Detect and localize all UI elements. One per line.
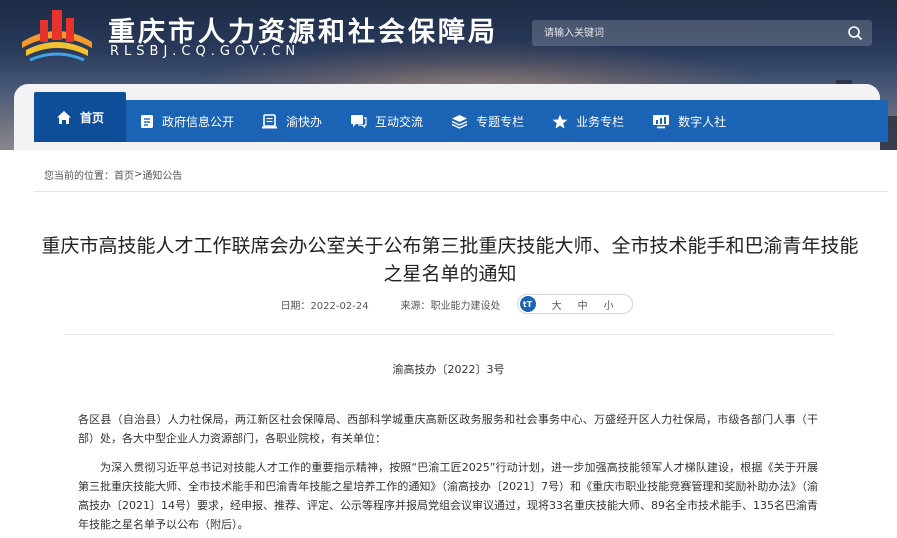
search-icon <box>848 26 863 41</box>
nav-label-interaction: 互动交流 <box>375 114 424 129</box>
nav-label-yukuaiban: 渝快办 <box>286 114 323 129</box>
site-logo-icon <box>22 10 92 62</box>
nav-item-topics[interactable]: 专题专栏 <box>437 100 538 142</box>
date-value: 2022-02-24 <box>310 300 369 312</box>
nav-item-interaction[interactable]: 互动交流 <box>336 100 437 142</box>
article-paragraph-1: 各区县（自治县）人力社保局，两江新区社会保障局、西部科学城重庆高新区政务服务和社… <box>78 413 818 445</box>
source-label: 来源： <box>400 300 431 312</box>
nav-label-digital: 数字人社 <box>678 114 727 129</box>
breadcrumb-current-link[interactable]: 通知公告 <box>142 167 182 182</box>
nav-item-yukuaiban[interactable]: 渝快办 <box>248 100 336 142</box>
font-small-button[interactable]: 小 <box>604 297 614 312</box>
nav-label-topics: 专题专栏 <box>476 114 525 129</box>
document-icon <box>141 114 154 128</box>
font-large-button[interactable]: 大 <box>552 297 562 312</box>
monitor-chart-icon <box>653 114 670 128</box>
nav-label-business: 业务专栏 <box>576 114 625 129</box>
article-paragraph-2: 为深入贯彻习近平总书记对技能人才工作的重要指示精神，按照“巴渝工匠2025”行动… <box>78 461 818 531</box>
article-meta: 日期：2022-02-24 来源：职业能力建设处 tT 大 中 小 <box>0 293 897 315</box>
article-date: 日期：2022-02-24 <box>280 297 368 312</box>
search-button[interactable] <box>838 20 872 46</box>
nav-label-gov-info: 政府信息公开 <box>162 114 235 129</box>
article-title: 重庆市高技能人才工作联席会办公室关于公布第三批重庆技能大师、全市技术能手和巴渝青… <box>41 235 859 285</box>
source-value: 职业能力建设处 <box>430 300 501 312</box>
font-size-switcher: tT 大 中 小 <box>516 294 633 314</box>
breadcrumb-home-link[interactable]: 首页 <box>114 167 134 182</box>
star-icon <box>552 114 568 128</box>
site-domain: RLSBJ.CQ.GOV.CN <box>110 44 301 59</box>
nav-item-gov-info[interactable]: 政府信息公开 <box>126 100 248 142</box>
home-icon <box>57 110 71 124</box>
breadcrumb: 您当前的位置： 首页 > 通知公告 <box>34 158 888 192</box>
meta-divider <box>64 334 834 335</box>
nav-label-home: 首页 <box>80 110 105 125</box>
nav-item-business[interactable]: 业务专栏 <box>538 100 638 142</box>
nav-item-home[interactable]: 首页 <box>34 92 127 142</box>
date-label: 日期： <box>280 300 311 312</box>
document-number: 渝高技办〔2022〕3号 <box>392 363 505 376</box>
main-nav: 首页 政府信息公开 渝快办 互动交流 专题专栏 业务专栏 数字人社 <box>34 92 888 142</box>
chat-icon <box>351 114 367 128</box>
tablet-icon <box>262 113 278 128</box>
layers-icon <box>451 114 468 129</box>
font-medium-button[interactable]: 中 <box>578 297 588 312</box>
breadcrumb-prefix: 您当前的位置： <box>44 171 114 182</box>
breadcrumb-separator: > <box>134 169 143 180</box>
nav-item-digital[interactable]: 数字人社 <box>638 100 740 142</box>
font-size-icon: tT <box>519 296 536 312</box>
search-box <box>532 20 872 46</box>
article-source: 来源：职业能力建设处 <box>401 297 501 312</box>
search-input[interactable] <box>532 20 838 46</box>
